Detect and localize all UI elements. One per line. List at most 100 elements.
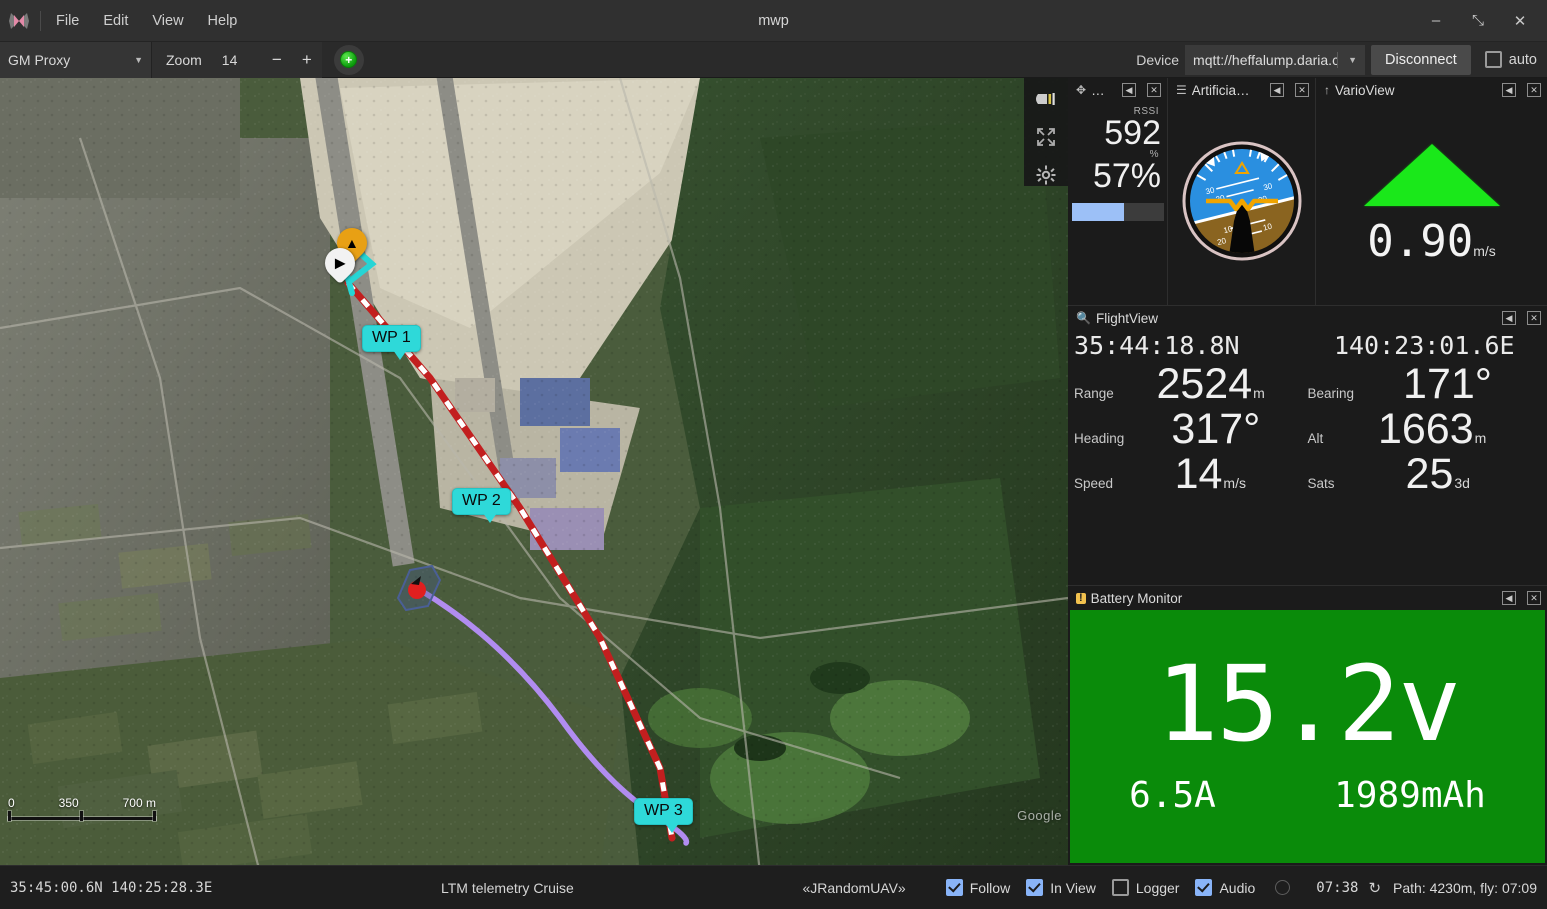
vehicle-name: «JRandomUAV» (802, 879, 906, 896)
ah-close-button[interactable]: ✕ (1295, 83, 1309, 97)
vario-panel-header: ↑ VarioView ◀ ✕ (1316, 78, 1547, 102)
flightview-grid: 35:44:18.8N 140:23:01.6E Range 2524 m Be… (1068, 330, 1547, 504)
device-label: Device (1136, 51, 1180, 68)
auto-connect-toggle[interactable]: auto (1484, 51, 1537, 68)
waypoint-marker[interactable]: WP 3 (634, 798, 693, 833)
disconnect-button[interactable]: Disconnect (1371, 44, 1471, 75)
menu-edit[interactable]: Edit (92, 9, 139, 33)
alt-field: Alt 1663 m (1308, 407, 1542, 451)
rssi-bar-fill (1071, 202, 1124, 221)
flightview-collapse-button[interactable]: ◀ (1502, 311, 1516, 325)
menu-help[interactable]: Help (197, 9, 249, 33)
toolbar-right-group: Device mqtt://heffalump.daria.c ▼ Discon… (1136, 42, 1547, 78)
rssi-close-button[interactable]: ✕ (1147, 83, 1161, 97)
fullscreen-expand-icon[interactable] (1031, 126, 1061, 148)
elapsed-time: 07:38 (1316, 879, 1359, 896)
close-button[interactable]: ✕ (1499, 5, 1541, 37)
map-source-dropdown[interactable]: GM Proxy ▼ (0, 41, 152, 78)
settings-gear-icon[interactable] (1031, 164, 1061, 186)
logger-checkbox[interactable] (1111, 879, 1129, 896)
latitude-value: 35:44:18.8N (1074, 331, 1240, 360)
chevron-down-icon: ▼ (1348, 54, 1358, 65)
map-scale-bar: 0 350 700 m (8, 796, 156, 821)
battery-capacity: 1989mAh (1334, 774, 1486, 816)
titlebar-divider (40, 10, 41, 31)
home-icon: ▲ (345, 235, 359, 252)
map-view[interactable]: WP 1 WP 2 WP 3 ▲ ▶ 0 350 700 m Google (0, 78, 1068, 865)
warning-icon[interactable]: ! (1076, 592, 1086, 604)
map-tool-strip (1024, 78, 1068, 186)
range-value: 2524 (1156, 359, 1253, 408)
waypoint-marker[interactable]: WP 2 (452, 488, 511, 523)
title-bar: File Edit View Help mwp – ⤡ ✕ (0, 0, 1547, 42)
follow-toggle[interactable]: Follow (945, 879, 1010, 896)
scale-start: 0 (8, 796, 15, 810)
flightview-panel: 🔍 FlightView ◀ ✕ 35:44:18.8N 140:23:01.6… (1068, 306, 1547, 586)
satellite-map-canvas (0, 78, 1068, 865)
rssi-percent-value: 57% (1092, 157, 1161, 196)
audio-toggle[interactable]: Audio (1195, 879, 1255, 896)
scale-mid: 350 (58, 796, 79, 810)
zoom-value[interactable]: 14 (215, 41, 262, 78)
ah-collapse-button[interactable]: ◀ (1270, 83, 1284, 97)
heading-unit: ° (1243, 404, 1261, 453)
heading-value: 317 (1171, 404, 1244, 453)
drag-handle-icon[interactable]: ✥ (1076, 84, 1086, 96)
hamburger-icon[interactable]: ☰ (1176, 84, 1187, 96)
status-bar: 35:45:00.6N 140:25:28.3E LTM telemetry C… (0, 865, 1547, 909)
logger-label: Logger (1135, 879, 1180, 896)
vario-panel: ↑ VarioView ◀ ✕ 0.90m/s (1316, 78, 1547, 305)
plus-circle-icon: + (340, 51, 358, 68)
instrument-row-top: ✥ … ◀ ✕ RSSI 592 % 57% ☰ Artificia… ◀ ✕ … (1068, 78, 1547, 306)
arrow-up-icon[interactable]: ↑ (1324, 84, 1330, 96)
scale-end: 700 m (122, 796, 156, 810)
map-attribution: Google (1017, 808, 1062, 823)
layers-toggle-icon[interactable] (1031, 88, 1061, 110)
launch-icon: ▶ (334, 255, 346, 271)
add-mission-button[interactable]: + (333, 44, 364, 75)
speed-label: Speed (1074, 475, 1114, 491)
zoom-in-button[interactable]: + (291, 41, 322, 78)
bearing-field: Bearing 171 ° (1307, 362, 1542, 406)
vario-collapse-button[interactable]: ◀ (1502, 83, 1516, 97)
minimize-button[interactable]: – (1415, 5, 1457, 37)
rssi-raw-value: 592 (1104, 114, 1161, 152)
map-source-value: GM Proxy (8, 51, 71, 68)
vario-close-button[interactable]: ✕ (1527, 83, 1541, 97)
maximize-button[interactable]: ⤡ (1457, 5, 1499, 37)
range-unit: m (1253, 384, 1265, 401)
auto-label: auto (1508, 51, 1537, 68)
battery-header: ! Battery Monitor ◀ ✕ (1068, 586, 1547, 610)
telemetry-status: LTM telemetry Cruise (441, 879, 574, 896)
audio-label: Audio (1219, 879, 1256, 896)
heading-field: Heading 317 ° (1074, 404, 1308, 453)
waypoint-marker[interactable]: WP 1 (362, 325, 421, 360)
app-logo-icon (0, 0, 38, 42)
bearing-label: Bearing (1307, 385, 1355, 401)
speed-value: 14 (1174, 449, 1223, 498)
auto-checkbox[interactable] (1484, 51, 1502, 68)
logger-toggle[interactable]: Logger (1111, 879, 1180, 896)
follow-checkbox[interactable] (945, 879, 963, 896)
heading-label: Heading (1074, 430, 1125, 446)
battery-readout: 15.2v 6.5A 1989mAh (1070, 610, 1545, 863)
audio-checkbox[interactable] (1195, 879, 1213, 896)
battery-collapse-button[interactable]: ◀ (1502, 591, 1516, 605)
circular-arrow-icon: ↻ (1368, 879, 1382, 897)
flightview-close-button[interactable]: ✕ (1527, 311, 1541, 325)
inview-checkbox[interactable] (1026, 879, 1044, 896)
device-dropdown[interactable]: mqtt://heffalump.daria.c ▼ (1185, 44, 1366, 75)
rssi-bar-track (1071, 202, 1164, 221)
menu-view[interactable]: View (141, 9, 194, 33)
rssi-panel-header: ✥ … ◀ ✕ (1068, 78, 1167, 102)
zoom-label: Zoom (152, 41, 216, 78)
magnifier-icon[interactable]: 🔍 (1076, 312, 1091, 324)
rssi-collapse-button[interactable]: ◀ (1122, 83, 1136, 97)
artificial-horizon-title: Artificia… (1191, 82, 1250, 98)
status-toggles: Follow In View Logger Audio (945, 879, 1291, 896)
inview-toggle[interactable]: In View (1026, 879, 1096, 896)
menu-file[interactable]: File (45, 9, 90, 33)
sats-label: Sats (1307, 475, 1335, 491)
zoom-out-button[interactable]: − (261, 41, 292, 78)
battery-close-button[interactable]: ✕ (1527, 591, 1541, 605)
